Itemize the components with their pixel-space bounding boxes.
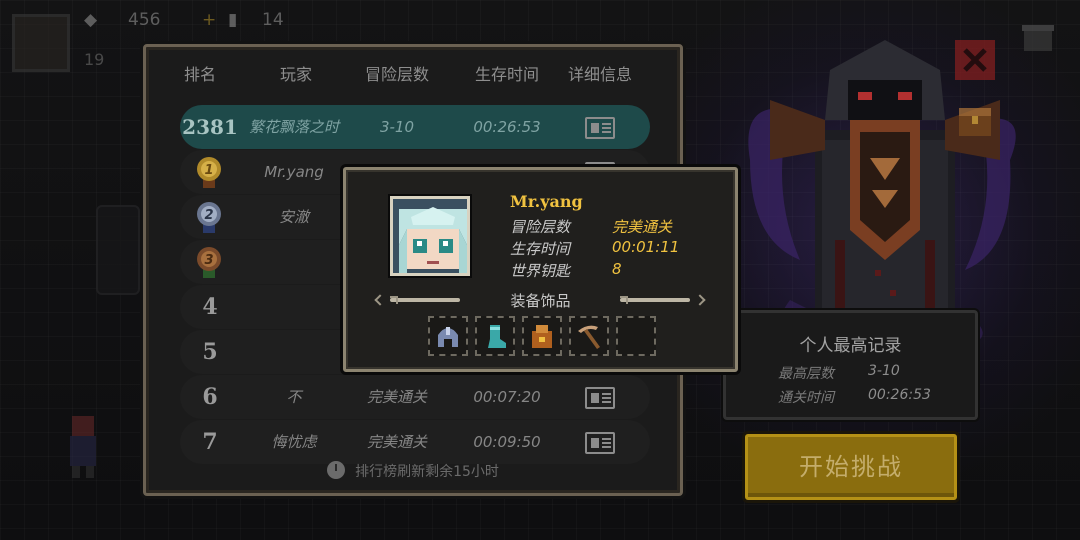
player-floor: 完美通关	[366, 433, 427, 451]
player-name: 安澈	[278, 208, 309, 226]
key-icon: ▮	[228, 10, 238, 30]
side-tab[interactable]	[96, 205, 140, 295]
header-player: 玩家	[279, 65, 312, 84]
personal-best-panel: 个人最高记录 最高层数 3-10 通关时间 00:26:53	[723, 310, 978, 420]
best-floor-line: 最高层数 3-10	[778, 363, 900, 383]
popup-time-line: 生存时间 00:01:11	[510, 238, 679, 259]
player-name: Mr.yang	[264, 163, 324, 181]
popup-floor-label: 冒险层数	[510, 218, 571, 236]
popup-time-label: 生存时间	[510, 240, 571, 258]
add-plus-icon[interactable]: +	[202, 10, 216, 30]
header-detail: 详细信息	[567, 65, 632, 84]
equip-slot[interactable]	[522, 316, 562, 356]
my-player-name: 繁花飘落之时	[248, 118, 339, 136]
table-row[interactable]: 6 不 完美通关 00:07:20	[180, 375, 650, 419]
equip-slot[interactable]	[569, 316, 609, 356]
treasure-chest-icon[interactable]	[955, 100, 995, 140]
leaderboard-header: 排名 玩家 冒险层数 生存时间 详细信息	[146, 61, 680, 91]
silver-medal-icon: 2	[197, 202, 221, 233]
popup-time-value: 00:01:11	[612, 238, 680, 256]
player-name: 悔忧虑	[271, 433, 317, 451]
equip-slot[interactable]	[428, 316, 468, 356]
bronze-medal-icon: 3	[197, 247, 221, 278]
medal-number: 3	[204, 253, 213, 268]
detail-card-icon	[585, 116, 615, 139]
my-rank: 2381	[182, 115, 238, 139]
equip-slot[interactable]	[475, 316, 515, 356]
refresh-text: 排行榜刷新剩余15小时	[355, 464, 499, 480]
gem-icon: ◆	[84, 10, 98, 30]
popup-keys-value: 8	[612, 260, 622, 278]
hero-sprite	[70, 416, 96, 478]
empty-equip-slot[interactable]	[616, 316, 656, 356]
personal-best-title: 个人最高记录	[799, 336, 902, 356]
character-face-icon	[393, 199, 467, 273]
popup-keys-line: 世界钥匙 8	[510, 260, 622, 281]
detail-card-icon	[585, 386, 615, 409]
player-time: 00:07:20	[473, 388, 541, 406]
pickaxe-icon	[578, 325, 600, 349]
player-name: 不	[286, 388, 302, 406]
best-floor-value: 3-10	[868, 363, 900, 379]
detail-button[interactable]	[550, 420, 650, 464]
best-time-line: 通关时间 00:26:53	[778, 387, 931, 407]
refresh-countdown: 排行榜刷新剩余15小时	[146, 461, 680, 481]
popup-player-name: Mr.yang	[510, 192, 583, 211]
start-challenge-button[interactable]: 开始挑战	[745, 434, 957, 500]
bag-icon	[532, 325, 552, 348]
key-count: 14	[262, 10, 284, 30]
header-rank: 排名	[183, 65, 216, 84]
helmet-icon	[438, 327, 458, 347]
detail-card-icon	[585, 431, 615, 454]
rank-number: 4	[202, 294, 218, 320]
close-x-icon[interactable]	[955, 40, 995, 80]
rank-number: 7	[202, 429, 218, 455]
popup-floor-value: 完美通关	[612, 218, 673, 236]
rank-number: 6	[202, 384, 218, 410]
gold-medal-icon: 1	[197, 157, 221, 188]
divider-right	[620, 296, 690, 304]
player-floor: 完美通关	[366, 388, 427, 406]
best-time-value: 00:26:53	[868, 387, 931, 403]
player-time: 00:09:50	[473, 433, 541, 451]
popup-floor-line: 冒险层数 完美通关	[510, 216, 672, 237]
gem-count: 456	[128, 10, 161, 30]
header-time: 生存时间	[474, 65, 539, 84]
secondary-count: 19	[84, 50, 105, 69]
my-time: 00:26:53	[473, 118, 541, 136]
detail-button[interactable]	[550, 375, 650, 419]
gift-box-icon[interactable]	[1018, 15, 1058, 55]
rank-number: 5	[202, 339, 218, 365]
player-detail-popup: Mr.yang 冒险层数 完美通关 生存时间 00:01:11 世界钥匙 8 装…	[343, 167, 738, 372]
my-rank-row[interactable]: 2381 繁花飘落之时 3-10 00:26:53	[180, 105, 650, 149]
my-floor: 3-10	[379, 118, 415, 136]
player-portrait	[390, 196, 470, 276]
best-floor-label: 最高层数	[778, 366, 834, 382]
player-avatar[interactable]	[12, 14, 70, 72]
best-time-label: 通关时间	[778, 390, 834, 406]
popup-keys-label: 世界钥匙	[510, 262, 571, 280]
medal-number: 2	[204, 208, 213, 223]
medal-number: 1	[204, 163, 213, 178]
header-floor: 冒险层数	[364, 65, 429, 84]
table-row[interactable]: 7 悔忧虑 完美通关 00:09:50	[180, 420, 650, 464]
my-detail-button[interactable]	[550, 105, 650, 149]
clock-icon	[327, 461, 346, 479]
boots-icon	[488, 325, 506, 348]
